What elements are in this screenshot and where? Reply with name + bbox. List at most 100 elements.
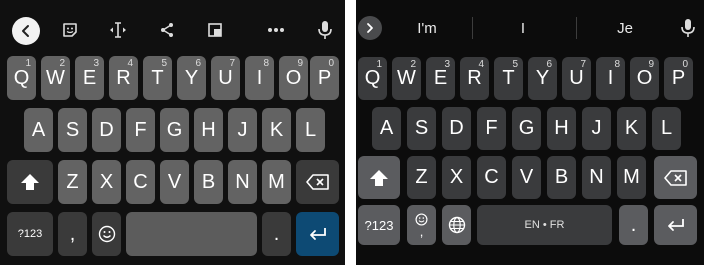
more-button[interactable]	[264, 18, 288, 42]
sticker-button[interactable]	[58, 18, 82, 42]
resize-icon	[208, 23, 222, 37]
key-u[interactable]: 7U	[211, 56, 240, 100]
suggestion-separator	[576, 17, 577, 39]
key-z[interactable]: Z	[407, 156, 436, 199]
expand-toolbar-button[interactable]	[358, 16, 382, 40]
microphone-icon	[318, 21, 332, 39]
enter-key[interactable]	[296, 212, 339, 256]
image-divider	[345, 0, 356, 265]
key-i[interactable]: 8I	[245, 56, 274, 100]
shift-key[interactable]	[7, 160, 53, 204]
key-e[interactable]: 3E	[426, 57, 455, 100]
key-m[interactable]: M	[262, 160, 291, 204]
shift-key[interactable]	[358, 156, 400, 199]
space-key[interactable]: EN • FR	[477, 205, 612, 245]
shift-icon	[21, 174, 39, 190]
key-j[interactable]: J	[582, 107, 611, 150]
period-key[interactable]: .	[262, 212, 291, 256]
key-k[interactable]: K	[617, 107, 646, 150]
key-k[interactable]: K	[262, 108, 291, 152]
back-icon	[22, 25, 29, 37]
key-l[interactable]: L	[296, 108, 325, 152]
emoji-icon	[98, 225, 115, 243]
suggestion-2[interactable]: I	[490, 14, 556, 42]
key-t[interactable]: 5T	[494, 57, 523, 100]
symbols-key[interactable]: ?123	[358, 205, 400, 245]
key-a[interactable]: A	[24, 108, 53, 152]
emoji-key[interactable]	[92, 212, 121, 256]
enter-key[interactable]	[654, 205, 697, 245]
key-j[interactable]: J	[228, 108, 257, 152]
microphone-button[interactable]	[313, 17, 337, 43]
key-q[interactable]: 1Q	[358, 57, 387, 100]
key-r[interactable]: 4R	[460, 57, 489, 100]
space-key[interactable]	[126, 212, 257, 256]
text-cursor-button[interactable]	[106, 18, 130, 42]
key-w[interactable]: 2W	[41, 56, 70, 100]
sticker-icon	[63, 23, 77, 37]
resize-button[interactable]	[203, 18, 227, 42]
key-p[interactable]: 0P	[664, 57, 693, 100]
key-l[interactable]: L	[652, 107, 681, 150]
key-c[interactable]: C	[126, 160, 155, 204]
key-d[interactable]: D	[92, 108, 121, 152]
symbols-key[interactable]: ?123	[7, 212, 53, 256]
key-v[interactable]: V	[160, 160, 189, 204]
emoji-comma-key[interactable]: ,	[407, 205, 436, 245]
key-o[interactable]: 9O	[279, 56, 308, 100]
more-icon	[268, 28, 284, 32]
key-n[interactable]: N	[582, 156, 611, 199]
key-x[interactable]: X	[92, 160, 121, 204]
key-h[interactable]: H	[194, 108, 223, 152]
key-n[interactable]: N	[228, 160, 257, 204]
key-t[interactable]: 5T	[143, 56, 172, 100]
suggestion-3[interactable]: Je	[592, 14, 658, 42]
key-s[interactable]: S	[407, 107, 436, 150]
key-r[interactable]: 4R	[109, 56, 138, 100]
left-keyboard: 1Q 2W 3E 4R 5T 6Y 7U 8I 9O 0P A S D F G …	[0, 0, 345, 265]
key-a[interactable]: A	[372, 107, 401, 150]
backspace-icon	[663, 169, 687, 186]
suggestion-1[interactable]: I'm	[394, 14, 460, 42]
key-g[interactable]: G	[512, 107, 541, 150]
period-key[interactable]: .	[619, 205, 648, 245]
key-c[interactable]: C	[477, 156, 506, 199]
key-z[interactable]: Z	[58, 160, 87, 204]
key-v[interactable]: V	[512, 156, 541, 199]
globe-icon	[448, 216, 465, 234]
key-b[interactable]: B	[547, 156, 576, 199]
backspace-key[interactable]	[296, 160, 339, 204]
enter-icon	[667, 219, 684, 231]
right-keyboard: I'm I Je 1Q 2W 3E 4R 5T 6Y 7U 8I 9O 0P A…	[356, 0, 704, 265]
key-h[interactable]: H	[547, 107, 576, 150]
key-x[interactable]: X	[442, 156, 471, 199]
language-key[interactable]	[442, 205, 471, 245]
backspace-key[interactable]	[654, 156, 697, 199]
enter-icon	[309, 228, 326, 240]
key-p[interactable]: 0P	[310, 56, 339, 100]
key-m[interactable]: M	[617, 156, 646, 199]
key-i[interactable]: 8I	[596, 57, 625, 100]
key-w[interactable]: 2W	[392, 57, 421, 100]
back-button[interactable]	[12, 17, 40, 45]
key-f[interactable]: F	[126, 108, 155, 152]
key-b[interactable]: B	[194, 160, 223, 204]
key-f[interactable]: F	[477, 107, 506, 150]
key-y[interactable]: 6Y	[528, 57, 557, 100]
microphone-icon	[681, 19, 695, 37]
key-e[interactable]: 3E	[75, 56, 104, 100]
share-button[interactable]	[155, 18, 179, 42]
suggestion-separator	[472, 17, 473, 39]
key-u[interactable]: 7U	[562, 57, 591, 100]
chevron-right-icon	[367, 23, 373, 33]
key-y[interactable]: 6Y	[177, 56, 206, 100]
key-s[interactable]: S	[58, 108, 87, 152]
key-g[interactable]: G	[160, 108, 189, 152]
backspace-icon	[305, 174, 329, 190]
key-q[interactable]: 1Q	[7, 56, 36, 100]
key-d[interactable]: D	[442, 107, 471, 150]
comma-key[interactable]: ,	[58, 212, 87, 256]
microphone-button[interactable]	[676, 15, 700, 41]
text-cursor-icon	[110, 22, 126, 38]
key-o[interactable]: 9O	[630, 57, 659, 100]
